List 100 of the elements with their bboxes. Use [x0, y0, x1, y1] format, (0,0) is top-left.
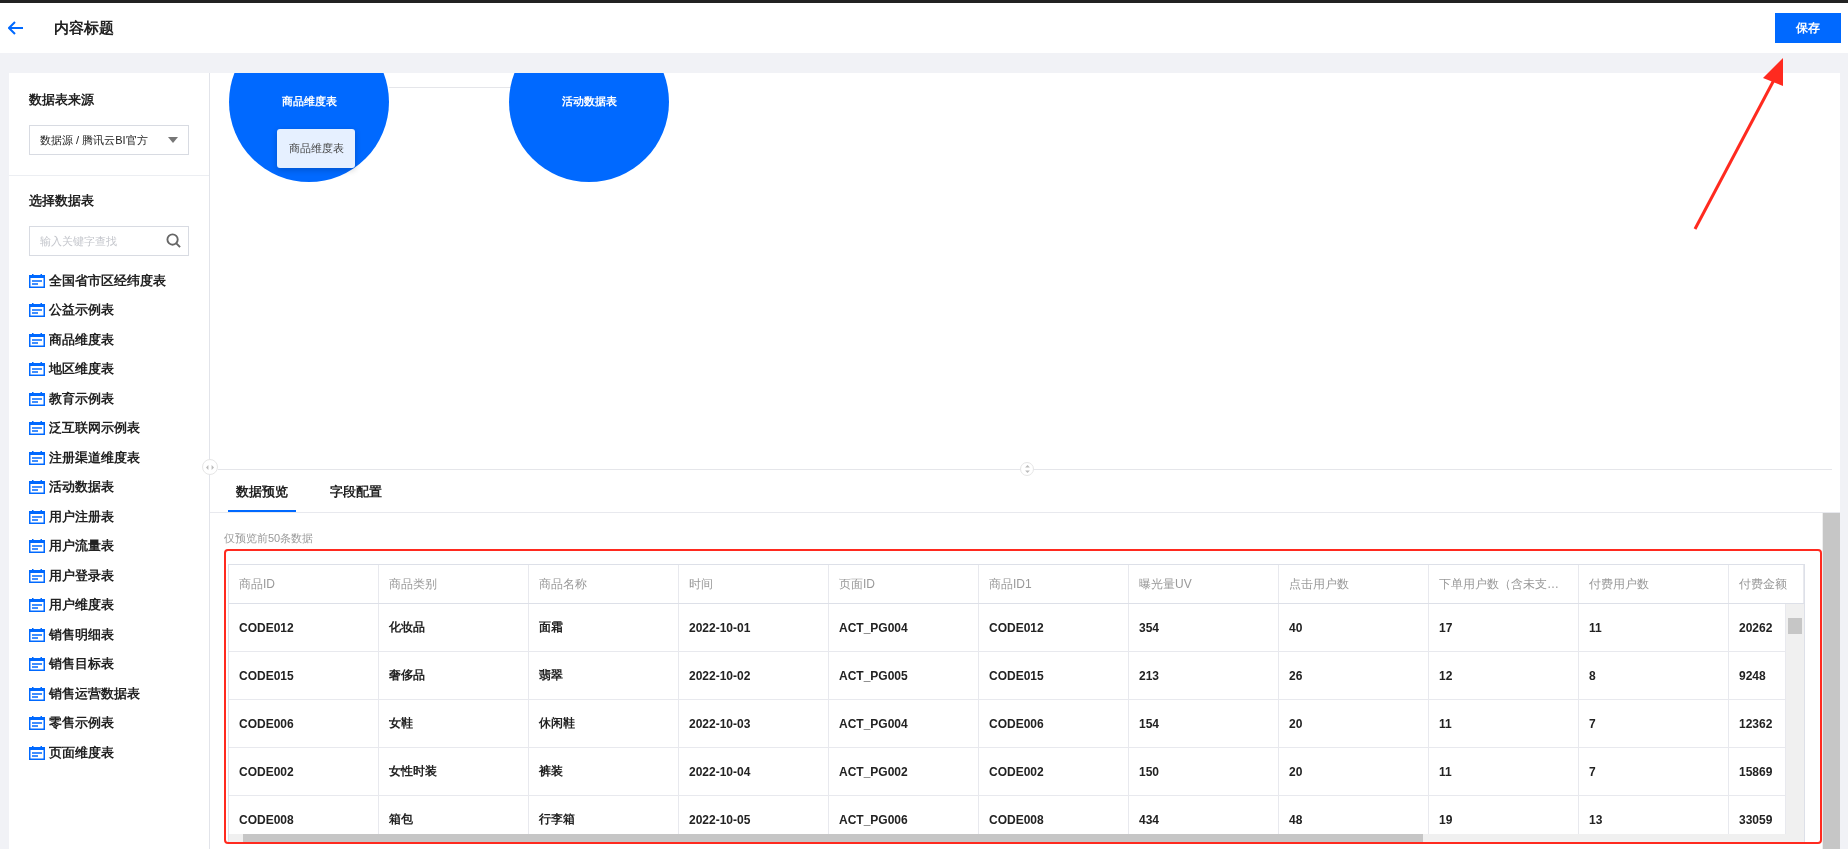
- save-button[interactable]: 保存: [1775, 13, 1841, 43]
- table-cell: 20: [1279, 748, 1429, 796]
- hover-card: 商品维度表: [277, 129, 355, 168]
- section-title: 数据表来源: [29, 91, 95, 109]
- table-list-item[interactable]: 商品维度表: [29, 325, 114, 355]
- table-cell: 354: [1129, 604, 1279, 652]
- table-cell: 7: [1579, 700, 1729, 748]
- table-list-item[interactable]: 注册渠道维度表: [29, 443, 140, 473]
- table-icon: [29, 568, 45, 583]
- scrollbar[interactable]: [229, 834, 1804, 842]
- table-cell: 17: [1429, 604, 1579, 652]
- section-title: 选择数据表: [29, 192, 95, 210]
- table-cell: 7: [1579, 748, 1729, 796]
- table-list-item[interactable]: 页面维度表: [29, 738, 114, 768]
- table-icon: [29, 509, 45, 524]
- table-icon: [29, 450, 45, 465]
- table-cell: 213: [1129, 652, 1279, 700]
- back-arrow-icon[interactable]: [8, 21, 24, 35]
- table-icon: [29, 303, 45, 318]
- table-list-item[interactable]: 销售明细表: [29, 620, 114, 650]
- table-icon: [29, 332, 45, 347]
- table-cell: ACT_PG004: [829, 700, 979, 748]
- column-header: 商品类别: [379, 565, 529, 603]
- table-icon: [29, 627, 45, 642]
- table-list-item[interactable]: 用户维度表: [29, 590, 114, 620]
- table-list-item[interactable]: 地区维度表: [29, 354, 114, 384]
- scrollbar[interactable]: [1786, 604, 1804, 834]
- table-list-item[interactable]: 泛互联网示例表: [29, 413, 140, 443]
- table-cell: CODE002: [979, 748, 1129, 796]
- table-cell: CODE015: [229, 652, 379, 700]
- table-cell: 面霜: [529, 604, 679, 652]
- table-cell: 8: [1579, 652, 1729, 700]
- table-cell: ACT_PG002: [829, 748, 979, 796]
- table-cell: 2022-10-03: [679, 700, 829, 748]
- preview-note: 仅预览前50条数据: [224, 531, 315, 546]
- table-icon: [29, 745, 45, 760]
- table-list-item[interactable]: 活动数据表: [29, 472, 114, 502]
- table-cell: 奢侈品: [379, 652, 529, 700]
- table-cell: CODE015: [979, 652, 1129, 700]
- table-list-item[interactable]: 销售运营数据表: [29, 679, 140, 709]
- table-cell: 154: [1129, 700, 1279, 748]
- column-header: 付费金额: [1729, 565, 1804, 603]
- table-icon: [29, 657, 45, 672]
- table-cell: CODE012: [229, 604, 379, 652]
- table-cell: 150: [1129, 748, 1279, 796]
- search-icon: [166, 233, 181, 248]
- table-cell: ACT_PG005: [829, 652, 979, 700]
- source-select[interactable]: 数据源 / 腾讯云BI官方: [29, 125, 189, 155]
- table-cell: 20: [1279, 700, 1429, 748]
- table-list-item[interactable]: 教育示例表: [29, 384, 114, 414]
- column-header: 商品名称: [529, 565, 679, 603]
- column-header: 商品ID1: [979, 565, 1129, 603]
- table-list-item[interactable]: 零售示例表: [29, 708, 114, 738]
- tab[interactable]: 数据预览: [228, 479, 296, 512]
- table-list-item[interactable]: 用户流量表: [29, 531, 114, 561]
- table-list-item[interactable]: 用户登录表: [29, 561, 114, 591]
- table-cell: 化妆品: [379, 604, 529, 652]
- column-header: 下单用户数（含未支…: [1429, 565, 1579, 603]
- table-cell: 40: [1279, 604, 1429, 652]
- table-cell: 11: [1579, 604, 1729, 652]
- table-cell: 2022-10-02: [679, 652, 829, 700]
- collapse-handle[interactable]: [202, 459, 218, 475]
- page-title: 内容标题: [54, 18, 114, 38]
- table-cell: CODE002: [229, 748, 379, 796]
- tab[interactable]: 字段配置: [322, 479, 390, 512]
- table-cell: 女鞋: [379, 700, 529, 748]
- table-icon: [29, 421, 45, 436]
- table-list-item[interactable]: 全国省市区经纬度表: [29, 266, 166, 296]
- table-icon: [29, 273, 45, 288]
- table-icon: [29, 686, 45, 701]
- column-header: 点击用户数: [1279, 565, 1429, 603]
- table-cell: 女性时装: [379, 748, 529, 796]
- table-icon: [29, 539, 45, 554]
- table-cell: CODE006: [229, 700, 379, 748]
- column-header: 付费用户数: [1579, 565, 1729, 603]
- table-cell: 12: [1429, 652, 1579, 700]
- table-list-item[interactable]: 销售目标表: [29, 649, 114, 679]
- caret-icon: [168, 137, 178, 143]
- table-cell: ACT_PG004: [829, 604, 979, 652]
- scrollbar[interactable]: [1822, 513, 1840, 849]
- column-header: 商品ID: [229, 565, 379, 603]
- table-icon: [29, 598, 45, 613]
- table-cell: 2022-10-04: [679, 748, 829, 796]
- table-icon: [29, 480, 45, 495]
- table-list-item[interactable]: 用户注册表: [29, 502, 114, 532]
- column-header: 时间: [679, 565, 829, 603]
- table-cell: 休闲鞋: [529, 700, 679, 748]
- resize-handle[interactable]: [1020, 462, 1034, 476]
- table-cell: CODE012: [979, 604, 1129, 652]
- table-cell: 11: [1429, 700, 1579, 748]
- table-node[interactable]: 活动数据表: [509, 73, 669, 182]
- table-icon: [29, 362, 45, 377]
- table-cell: 26: [1279, 652, 1429, 700]
- table-list-item[interactable]: 公益示例表: [29, 295, 114, 325]
- table-cell: CODE006: [979, 700, 1129, 748]
- table-cell: 11: [1429, 748, 1579, 796]
- column-header: 页面ID: [829, 565, 979, 603]
- column-header: 曝光量UV: [1129, 565, 1279, 603]
- table-cell: 翡翠: [529, 652, 679, 700]
- table-cell: 裤装: [529, 748, 679, 796]
